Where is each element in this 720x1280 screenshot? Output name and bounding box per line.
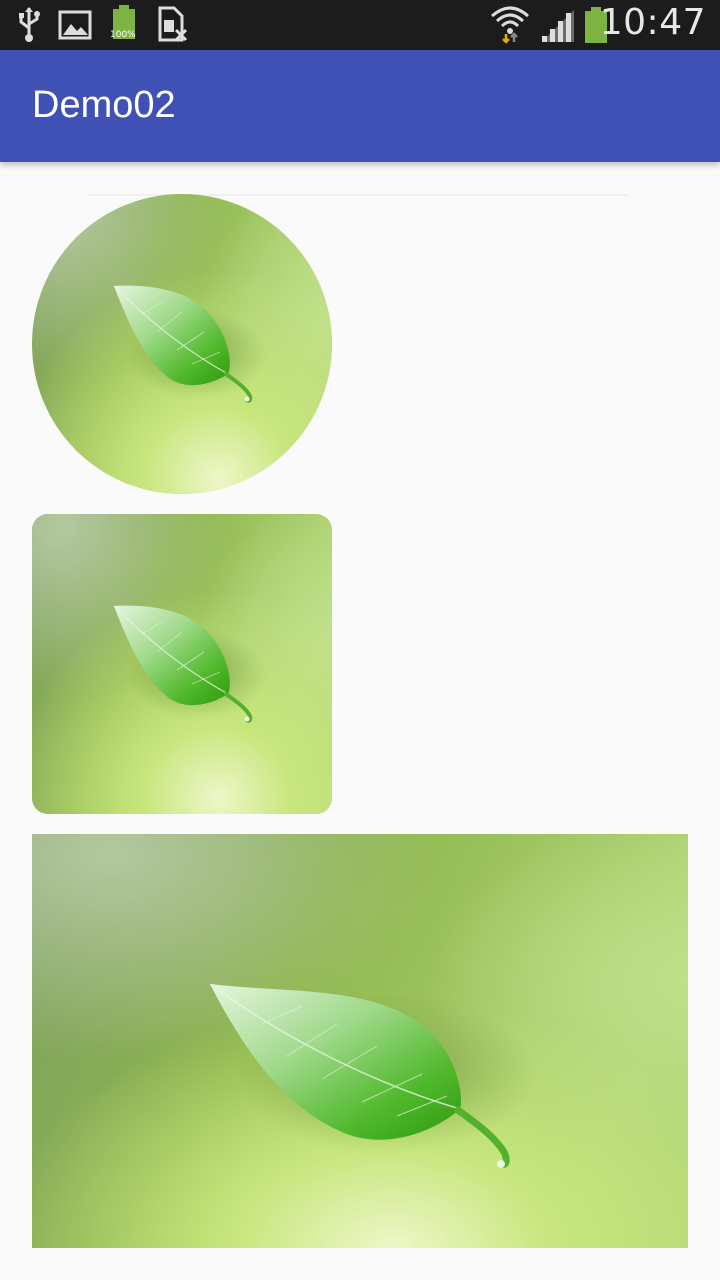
image-icon: [58, 10, 92, 40]
leaf-illustration: [32, 514, 332, 814]
wifi-icon: [491, 6, 529, 44]
usb-icon: [19, 7, 40, 42]
leaf-image-rectangle[interactable]: [32, 834, 688, 1248]
app-bar: Demo02: [0, 50, 720, 162]
status-bar: 100% 10:47: [0, 0, 720, 50]
status-time: 10:47: [599, 2, 706, 43]
sim-card-off-icon: [158, 6, 188, 42]
signal-icon: [542, 10, 574, 42]
leaf-image-rounded[interactable]: [32, 514, 332, 814]
battery-percent-label: 100%: [110, 30, 136, 40]
leaf-image-circle[interactable]: [32, 194, 332, 494]
leaf-illustration: [32, 194, 332, 494]
app-title: Demo02: [32, 84, 176, 126]
leaf-illustration: [32, 834, 688, 1248]
